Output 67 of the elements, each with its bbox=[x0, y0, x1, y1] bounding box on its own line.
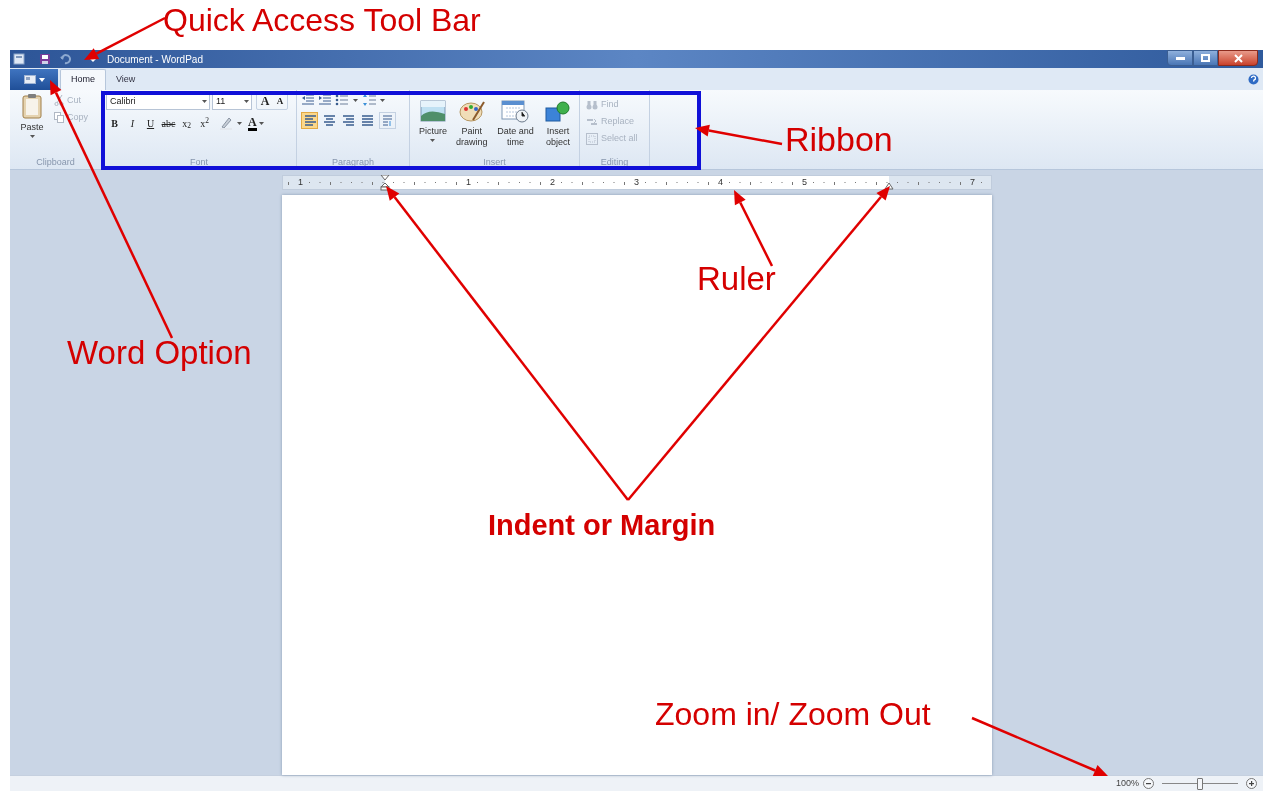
annotation-label: Ruler bbox=[697, 262, 776, 295]
minimize-icon bbox=[1175, 56, 1185, 60]
annotation-label: Quick Access Tool Bar bbox=[163, 4, 481, 36]
superscript-button[interactable]: x$^{2}$ bbox=[196, 115, 213, 131]
bold-button[interactable]: B bbox=[106, 115, 123, 131]
annotation-label: Indent or Margin bbox=[488, 511, 716, 540]
picture-button[interactable]: Picture bbox=[416, 98, 450, 156]
line-spacing-icon[interactable] bbox=[362, 93, 386, 107]
zoom-level: 100% bbox=[1115, 776, 1139, 790]
annotation-label: Word Option bbox=[67, 336, 252, 369]
palette-icon bbox=[458, 100, 485, 122]
undo-icon[interactable] bbox=[59, 53, 71, 65]
highlighter-icon[interactable] bbox=[218, 115, 244, 131]
date-and-time-button[interactable]: Date and time bbox=[493, 98, 538, 156]
replace-icon bbox=[586, 116, 598, 127]
zoom-out-icon[interactable] bbox=[1143, 778, 1154, 789]
window-title: Document - WordPad bbox=[107, 52, 203, 67]
insert-object-button[interactable]: Insert object bbox=[541, 98, 575, 156]
paint-drawing-button[interactable]: Paint drawing bbox=[453, 98, 490, 156]
slider-thumb[interactable] bbox=[1197, 777, 1203, 790]
help-icon[interactable] bbox=[1248, 73, 1259, 85]
app-icon bbox=[13, 53, 25, 65]
picture-icon bbox=[419, 100, 446, 122]
annotation-label: Zoom in/ Zoom Out bbox=[655, 698, 931, 730]
copy-icon bbox=[54, 111, 64, 123]
object-icon bbox=[545, 100, 572, 122]
shrink-font-button[interactable]: A bbox=[273, 94, 287, 109]
application-menu-button[interactable] bbox=[10, 69, 58, 90]
paste-button[interactable]: Paste bbox=[14, 93, 50, 156]
group-label: Insert bbox=[482, 156, 507, 169]
increase-indent-icon[interactable] bbox=[318, 93, 332, 107]
scissors-icon bbox=[54, 95, 64, 107]
group-label: Paragraph bbox=[331, 156, 375, 169]
align-left-button[interactable] bbox=[301, 112, 318, 129]
subscript-button[interactable]: x$_{2}$ bbox=[178, 115, 195, 131]
strikethrough-button[interactable]: abc bbox=[160, 115, 177, 131]
italic-button[interactable]: I bbox=[124, 115, 141, 131]
zoom-slider[interactable] bbox=[1162, 777, 1238, 790]
clipboard-icon bbox=[21, 93, 43, 119]
dropdown-icon bbox=[244, 100, 249, 103]
restore-icon bbox=[1201, 54, 1210, 62]
dropdown-icon bbox=[202, 100, 207, 103]
close-button[interactable] bbox=[1218, 50, 1258, 66]
bullet-list-icon[interactable] bbox=[335, 93, 359, 107]
grow-font-button[interactable]: A bbox=[257, 94, 273, 109]
group-label: Clipboard bbox=[35, 156, 76, 169]
minimize-button[interactable] bbox=[1167, 50, 1193, 66]
document-icon bbox=[23, 75, 36, 84]
underline-button[interactable]: U bbox=[142, 115, 159, 131]
caret-icon bbox=[38, 77, 45, 82]
zoom-in-icon[interactable] bbox=[1246, 778, 1257, 789]
maximize-button[interactable] bbox=[1193, 50, 1218, 66]
tab[interactable]: Home bbox=[60, 69, 106, 90]
caret-icon bbox=[430, 139, 436, 142]
caret-icon bbox=[258, 121, 264, 125]
save-icon[interactable] bbox=[39, 53, 51, 65]
caret-icon bbox=[29, 135, 35, 138]
group-label: Font bbox=[189, 156, 209, 169]
decrease-indent-icon[interactable] bbox=[301, 93, 315, 107]
calendar-clock-icon bbox=[501, 99, 530, 123]
annotation-label: Ribbon bbox=[785, 122, 893, 156]
close-icon bbox=[1233, 53, 1243, 63]
font-color-button[interactable]: A bbox=[248, 115, 264, 131]
binoculars-icon bbox=[586, 99, 598, 110]
group-label: Editing bbox=[599, 156, 630, 169]
select-all-icon bbox=[586, 132, 598, 145]
tab[interactable]: View bbox=[106, 69, 146, 90]
